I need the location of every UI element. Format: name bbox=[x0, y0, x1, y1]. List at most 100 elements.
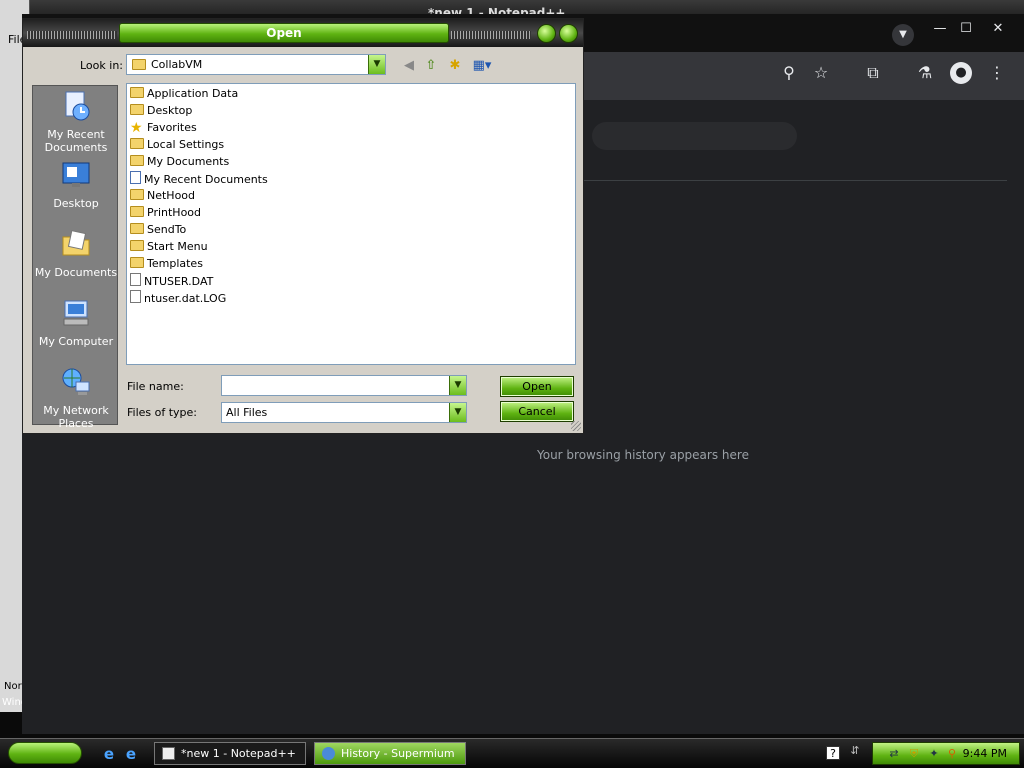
up-folder-icon[interactable]: ⇧ bbox=[421, 57, 441, 75]
favorites-star-icon: ★ bbox=[130, 120, 143, 136]
history-empty-message: Your browsing history appears here bbox=[537, 448, 749, 462]
network-icon[interactable]: ⇄ bbox=[887, 747, 901, 761]
resize-grip[interactable] bbox=[571, 421, 581, 431]
file-name-field[interactable]: ▼ bbox=[221, 375, 467, 396]
look-in-label: Look in: bbox=[80, 59, 123, 72]
file-list[interactable]: Application Data Desktop ★ Favorites Loca… bbox=[126, 83, 576, 365]
taskbar-item-supermium[interactable]: History - Supermium bbox=[314, 742, 466, 765]
profile-avatar-icon[interactable]: ● bbox=[950, 62, 972, 84]
dialog-titlebar[interactable]: Open bbox=[23, 19, 583, 47]
search-icon[interactable]: ⚲ bbox=[945, 747, 959, 761]
recent-documents-icon bbox=[65, 91, 90, 121]
file-name: Start Menu bbox=[147, 240, 208, 253]
maximize-button[interactable]: ☐ bbox=[952, 18, 980, 40]
help-icon[interactable]: ? bbox=[826, 746, 840, 760]
my-documents-icon bbox=[62, 230, 90, 256]
recent-documents-icon bbox=[130, 171, 141, 184]
file-icon bbox=[130, 273, 141, 286]
clock: 9:44 PM bbox=[962, 747, 1007, 760]
file-name: NTUSER.DAT bbox=[144, 275, 214, 288]
tray-arrows-icon[interactable]: ⇵ bbox=[848, 744, 862, 758]
extensions-icon[interactable]: ⧉ bbox=[862, 62, 884, 84]
menu-kebab-icon[interactable]: ⋮ bbox=[986, 62, 1008, 84]
folder-icon bbox=[132, 59, 146, 70]
volume-icon[interactable]: ✦ bbox=[927, 747, 941, 761]
supermium-icon bbox=[322, 747, 335, 760]
bookmark-star-icon[interactable]: ☆ bbox=[810, 62, 832, 84]
folder-icon bbox=[130, 206, 144, 217]
chevron-down-icon[interactable]: ▼ bbox=[449, 403, 466, 422]
list-item[interactable]: NetHood bbox=[130, 188, 195, 204]
zoom-icon[interactable]: ⚲ bbox=[778, 62, 800, 84]
files-of-type-value: All Files bbox=[226, 406, 268, 419]
list-item[interactable]: Templates bbox=[130, 256, 203, 272]
taskbar-item-label: *new 1 - Notepad++ bbox=[181, 747, 296, 760]
close-button[interactable]: ✕ bbox=[984, 18, 1012, 40]
desktop-icon bbox=[62, 162, 90, 187]
file-name: Favorites bbox=[147, 121, 197, 134]
taskbar-item-label: History - Supermium bbox=[341, 747, 455, 760]
dialog-title: Open bbox=[119, 23, 449, 43]
system-tray: ⇄ ⛨ ✦ ⚲ 9:44 PM bbox=[872, 742, 1020, 765]
chevron-down-icon[interactable]: ▼ bbox=[449, 376, 466, 395]
history-search-bar[interactable] bbox=[592, 122, 797, 150]
labs-flask-icon[interactable]: ⚗ bbox=[914, 62, 936, 84]
files-of-type-dropdown[interactable]: All Files ▼ bbox=[221, 402, 467, 423]
list-item[interactable]: Desktop bbox=[130, 103, 192, 119]
chevron-down-icon[interactable]: ▼ bbox=[368, 55, 385, 74]
places-bar: My Recent Documents Desktop My Documents… bbox=[32, 85, 119, 430]
list-item[interactable]: ★ Favorites bbox=[130, 120, 197, 136]
list-item[interactable]: NTUSER.DAT bbox=[130, 273, 213, 289]
back-icon[interactable]: ◀ bbox=[399, 57, 419, 75]
list-item[interactable]: My Recent Documents bbox=[130, 171, 268, 187]
taskbar: e e *new 1 - Notepad++ History - Supermi… bbox=[0, 738, 1024, 768]
dialog-close-button[interactable] bbox=[559, 24, 578, 43]
cancel-button[interactable]: Cancel bbox=[500, 401, 574, 422]
place-label: My Network Places bbox=[43, 404, 109, 430]
list-item[interactable]: My Documents bbox=[130, 154, 229, 170]
files-of-type-label: Files of type: bbox=[127, 406, 198, 419]
folder-icon bbox=[130, 138, 144, 149]
file-name: Local Settings bbox=[147, 138, 225, 151]
new-folder-icon[interactable]: ✱ bbox=[445, 57, 465, 75]
list-item[interactable]: SendTo bbox=[130, 222, 186, 238]
place-my-recent-documents[interactable]: My Recent Documents bbox=[33, 90, 119, 154]
file-name: Desktop bbox=[147, 104, 193, 117]
ie-alt-icon[interactable]: e bbox=[122, 745, 140, 763]
place-my-documents[interactable]: My Documents bbox=[33, 228, 119, 279]
security-shield-icon[interactable]: ⛨ bbox=[907, 747, 921, 761]
place-desktop[interactable]: Desktop bbox=[33, 159, 119, 210]
place-label: My Documents bbox=[34, 266, 118, 279]
folder-icon bbox=[130, 155, 144, 166]
file-icon bbox=[130, 290, 141, 303]
place-label: My Computer bbox=[38, 335, 114, 348]
folder-icon bbox=[130, 87, 144, 98]
folder-icon bbox=[130, 223, 144, 234]
folder-icon bbox=[130, 257, 144, 268]
tab-search-chevron-icon[interactable]: ▼ bbox=[892, 24, 914, 46]
file-name-label: File name: bbox=[127, 380, 184, 393]
help-button[interactable] bbox=[537, 24, 556, 43]
my-computer-icon bbox=[63, 300, 89, 326]
place-my-computer[interactable]: My Computer bbox=[33, 297, 119, 348]
list-item[interactable]: Start Menu bbox=[130, 239, 208, 255]
list-item[interactable]: PrintHood bbox=[130, 205, 201, 221]
list-item[interactable]: ntuser.dat.LOG bbox=[130, 290, 226, 306]
file-name: Templates bbox=[147, 257, 203, 270]
list-item[interactable]: Application Data bbox=[130, 86, 238, 102]
list-item[interactable]: Local Settings bbox=[130, 137, 224, 153]
look-in-dropdown[interactable]: CollabVM ▼ bbox=[126, 54, 386, 75]
start-button[interactable] bbox=[8, 742, 82, 764]
open-button[interactable]: Open bbox=[500, 376, 574, 397]
minimize-button[interactable]: — bbox=[926, 18, 954, 40]
file-name: PrintHood bbox=[147, 206, 202, 219]
taskbar-item-notepad[interactable]: *new 1 - Notepad++ bbox=[154, 742, 306, 765]
place-label: My Recent Documents bbox=[44, 128, 108, 154]
ie-icon[interactable]: e bbox=[100, 745, 118, 763]
place-my-network-places[interactable]: My Network Places bbox=[33, 366, 119, 430]
history-divider bbox=[582, 180, 1007, 181]
file-name: SendTo bbox=[147, 223, 187, 236]
file-name: ntuser.dat.LOG bbox=[144, 292, 227, 305]
notepad-icon bbox=[162, 747, 175, 760]
view-menu-icon[interactable]: ▦▾ bbox=[469, 57, 495, 75]
